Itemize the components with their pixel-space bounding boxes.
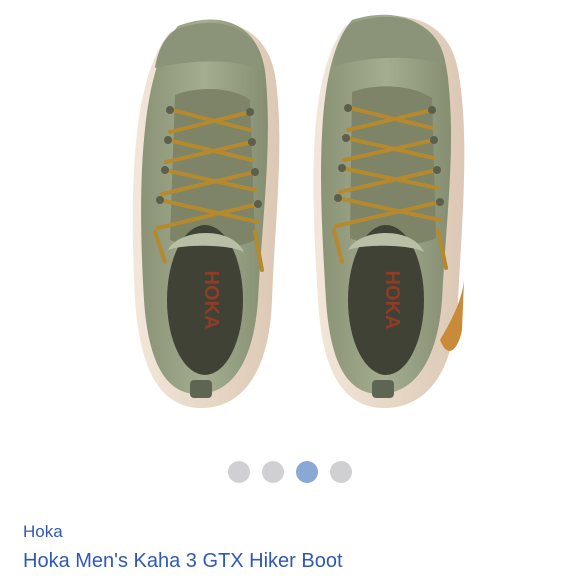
boots-illustration: HOKA HOKA xyxy=(132,14,465,409)
carousel-indicators xyxy=(0,461,580,483)
carousel-dot-4[interactable] xyxy=(330,461,352,483)
right-boot: HOKA xyxy=(313,14,465,409)
left-liner-logo: HOKA xyxy=(200,271,222,330)
left-boot: HOKA xyxy=(132,19,280,409)
carousel-dot-1[interactable] xyxy=(228,461,250,483)
product-image[interactable]: HOKA HOKA xyxy=(0,0,580,440)
carousel-dot-2[interactable] xyxy=(262,461,284,483)
product-title[interactable]: Hoka Men's Kaha 3 GTX Hiker Boot xyxy=(23,550,343,573)
carousel-dot-3-active[interactable] xyxy=(296,461,318,483)
brand-link[interactable]: Hoka xyxy=(23,522,63,542)
right-liner-logo: HOKA xyxy=(381,271,403,330)
